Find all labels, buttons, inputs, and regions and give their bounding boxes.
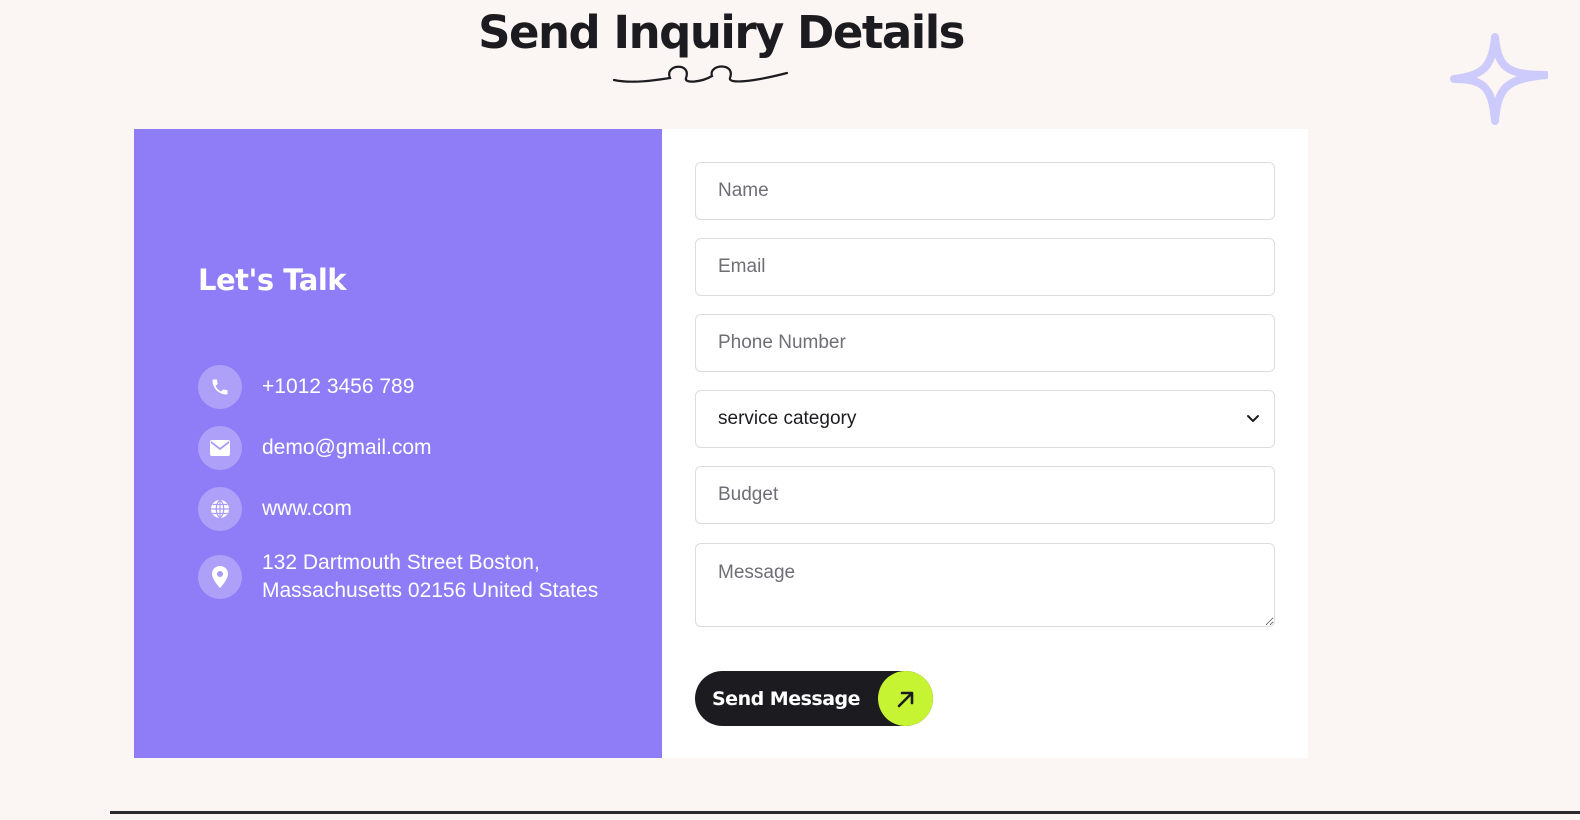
inquiry-form: service category Send Message <box>662 129 1308 758</box>
message-textarea[interactable] <box>695 543 1275 627</box>
phone-input[interactable] <box>695 314 1275 372</box>
mail-icon <box>198 426 242 470</box>
sparkle-icon <box>1450 33 1548 125</box>
email-input[interactable] <box>695 238 1275 296</box>
globe-icon <box>198 487 242 531</box>
arrow-up-right-icon <box>878 671 933 726</box>
location-pin-icon <box>198 555 242 599</box>
info-title: Let's Talk <box>198 263 347 297</box>
contact-info-panel: Let's Talk +1012 3456 789 demo@gmail.com… <box>134 129 662 758</box>
phone-text[interactable]: +1012 3456 789 <box>262 373 414 401</box>
page-title: Send Inquiry Details <box>478 6 965 59</box>
email-row: demo@gmail.com <box>198 426 432 470</box>
address-line-2: Massachusetts 02156 United States <box>262 579 599 602</box>
address-text: 132 Dartmouth Street Boston, Massachuset… <box>262 549 598 605</box>
address-row: 132 Dartmouth Street Boston, Massachuset… <box>198 549 598 605</box>
send-message-button[interactable]: Send Message <box>695 671 933 726</box>
email-text[interactable]: demo@gmail.com <box>262 434 432 462</box>
website-row: www.com <box>198 487 352 531</box>
name-input[interactable] <box>695 162 1275 220</box>
chevron-down-icon <box>1247 415 1259 422</box>
address-line-1: 132 Dartmouth Street Boston, <box>262 551 540 574</box>
website-text[interactable]: www.com <box>262 495 352 523</box>
squiggle-underline <box>612 65 789 83</box>
send-message-label: Send Message <box>712 687 861 710</box>
contact-card: Let's Talk +1012 3456 789 demo@gmail.com… <box>134 129 1308 758</box>
service-category-select[interactable]: service category <box>695 390 1275 448</box>
phone-row: +1012 3456 789 <box>198 365 414 409</box>
phone-icon <box>198 365 242 409</box>
budget-input[interactable] <box>695 466 1275 524</box>
service-category-value: service category <box>718 408 857 429</box>
bottom-divider <box>110 811 1580 814</box>
